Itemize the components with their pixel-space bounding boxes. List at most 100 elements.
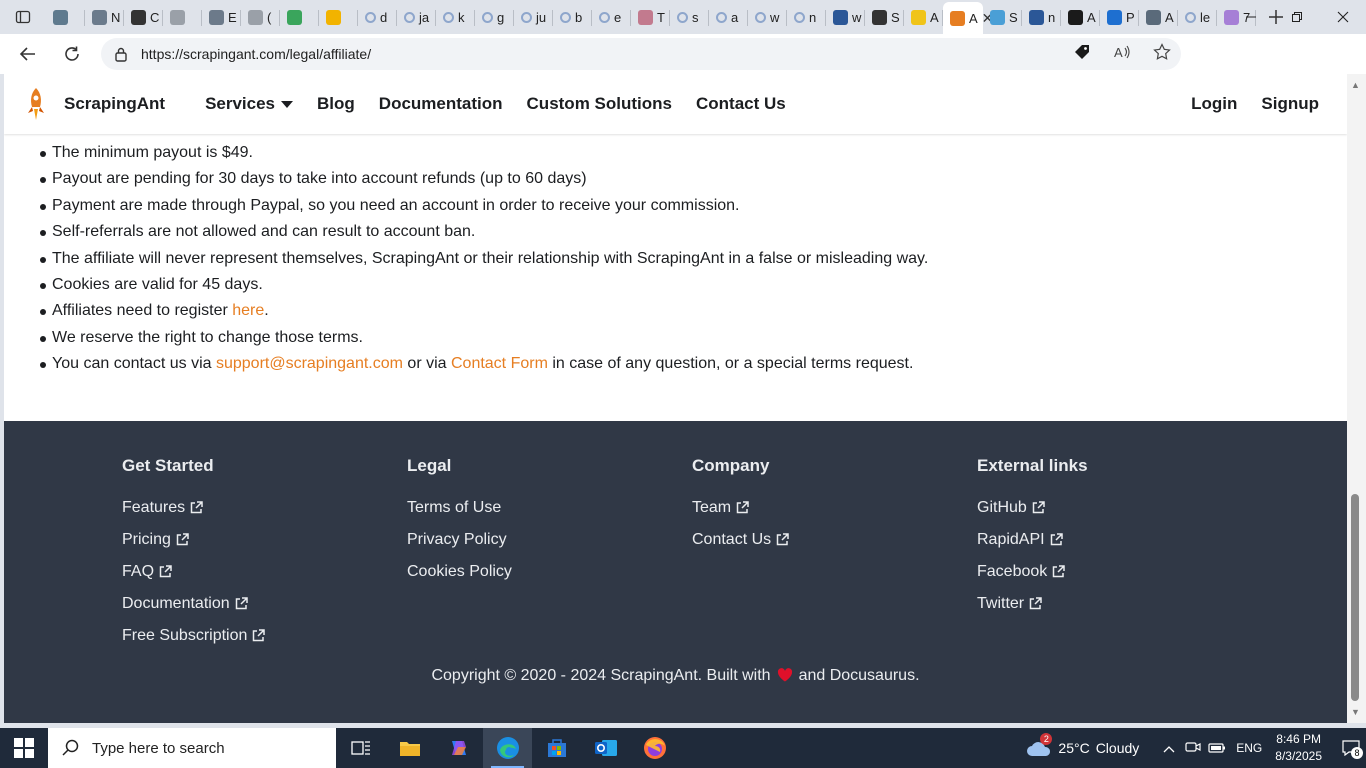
battery-icon[interactable]	[1205, 741, 1229, 756]
browser-tab[interactable]: (	[241, 2, 280, 32]
scroll-down-arrow-icon[interactable]: ▼	[1351, 707, 1360, 717]
browser-tab[interactable]: g	[475, 2, 514, 32]
login-link[interactable]: Login	[1191, 94, 1237, 114]
browser-tab[interactable]: S	[865, 2, 904, 32]
nav-custom-solutions[interactable]: Custom Solutions	[515, 94, 684, 114]
browser-tab[interactable]: T	[631, 2, 670, 32]
tab-label: T	[657, 9, 665, 25]
edge-app-button[interactable]	[483, 728, 532, 768]
footer-link-rapidapi[interactable]: RapidAPI	[977, 530, 1088, 562]
nav-contact-us[interactable]: Contact Us	[684, 94, 798, 114]
browser-tab[interactable]: S	[983, 2, 1022, 32]
footer-link-pricing[interactable]: Pricing	[122, 530, 265, 562]
firefox-icon	[643, 737, 666, 759]
browser-tab[interactable]: E	[202, 2, 241, 32]
footer-link-terms-of-use[interactable]: Terms of Use	[407, 498, 512, 530]
favorite-star-icon[interactable]	[1153, 42, 1171, 66]
browser-tab[interactable]	[319, 2, 358, 32]
browser-tab[interactable]: ja	[397, 2, 436, 32]
browser-tab[interactable]: n	[787, 2, 826, 32]
footer-link-team[interactable]: Team	[692, 498, 789, 530]
task-view-button[interactable]	[336, 728, 385, 768]
read-aloud-icon[interactable]: A	[1113, 43, 1131, 66]
browser-tab[interactable]: e	[592, 2, 631, 32]
term-text: Affiliates need to register	[52, 302, 233, 320]
tab-label: ju	[536, 9, 547, 25]
weather-widget[interactable]: 2 25°C Cloudy	[1026, 733, 1139, 757]
browser-tab[interactable]: s	[670, 2, 709, 32]
browser-tab[interactable]: N	[85, 2, 124, 32]
scroll-up-arrow-icon[interactable]: ▲	[1351, 80, 1360, 90]
refresh-button[interactable]	[50, 34, 94, 74]
browser-tab[interactable]: le	[1178, 2, 1217, 32]
footer-link-facebook[interactable]: Facebook	[977, 562, 1088, 594]
browser-tab[interactable]: P	[1100, 2, 1139, 32]
footer-link-privacy-policy[interactable]: Privacy Policy	[407, 530, 512, 562]
browser-tab[interactable]: d	[358, 2, 397, 32]
start-button[interactable]	[0, 728, 48, 768]
back-button[interactable]	[6, 34, 50, 74]
lock-icon[interactable]	[101, 46, 141, 62]
outlook-app-button[interactable]	[581, 728, 630, 768]
restore-button[interactable]	[1274, 0, 1320, 34]
browser-tab[interactable]: A	[1061, 2, 1100, 32]
browser-tab[interactable]: A	[1139, 2, 1178, 32]
notifications-button[interactable]: 8	[1336, 728, 1366, 768]
footer-link-documentation[interactable]: Documentation	[122, 594, 265, 626]
footer-link-features[interactable]: Features	[122, 498, 265, 530]
register-here-link[interactable]: here	[232, 302, 264, 319]
store-app-button[interactable]	[532, 728, 581, 768]
browser-tab[interactable]	[163, 2, 202, 32]
footer-link-free-subscription[interactable]: Free Subscription	[122, 626, 266, 658]
tab-label: le	[1200, 9, 1211, 25]
taskbar-search[interactable]: Type here to search	[48, 728, 336, 768]
clock[interactable]: 8:46 PM 8/3/2025	[1275, 731, 1322, 765]
scrollbar-thumb[interactable]	[1351, 494, 1359, 701]
contact-form-link[interactable]: Contact Form	[451, 355, 548, 372]
browser-tab[interactable]: k	[436, 2, 475, 32]
support-email-link[interactable]: support@scrapingant.com	[216, 355, 403, 372]
browser-tab[interactable]: ju	[514, 2, 553, 32]
tab-actions-button[interactable]	[0, 0, 46, 34]
browser-tab[interactable]: C	[124, 2, 163, 32]
price-tag-icon[interactable]	[1073, 43, 1091, 66]
footer-link-cookies-policy[interactable]: Cookies Policy	[407, 562, 512, 594]
nav-documentation[interactable]: Documentation	[367, 94, 515, 114]
browser-tab-active[interactable]: A ✕	[943, 2, 993, 34]
browser-tab[interactable]: a	[709, 2, 748, 32]
copilot-app-button[interactable]	[434, 728, 483, 768]
show-hidden-icons-chevron-icon[interactable]	[1157, 741, 1181, 756]
browser-tab[interactable]: w	[748, 2, 787, 32]
footer-link-faq[interactable]: FAQ	[122, 562, 265, 594]
meet-now-icon[interactable]	[1181, 740, 1205, 757]
browser-tab[interactable]: b	[553, 2, 592, 32]
file-explorer-button[interactable]	[385, 728, 434, 768]
external-link-icon	[1053, 565, 1066, 578]
browser-tab[interactable]: n	[1022, 2, 1061, 32]
url-text[interactable]: https://scrapingant.com/legal/affiliate/	[141, 46, 371, 62]
minimize-button[interactable]	[1228, 0, 1274, 34]
footer-heading: External links	[977, 456, 1088, 475]
tab-label: A	[969, 10, 978, 26]
footer-link-contact-us[interactable]: Contact Us	[692, 530, 789, 562]
external-link-icon	[159, 565, 172, 578]
tab-strip: N C E(d ja k g ju b e Ts a w n w S A A ✕ Sn A P Ale 7	[46, 0, 1256, 34]
browser-tab[interactable]	[280, 2, 319, 32]
caret-down-icon	[281, 101, 294, 109]
signup-link[interactable]: Signup	[1261, 94, 1319, 114]
address-bar[interactable]: https://scrapingant.com/legal/affiliate/…	[101, 38, 1181, 70]
nav-blog[interactable]: Blog	[305, 94, 367, 114]
footer-link-github[interactable]: GitHub	[977, 498, 1088, 530]
close-window-button[interactable]	[1320, 0, 1366, 34]
browser-tab[interactable]	[46, 2, 85, 32]
firefox-app-button[interactable]	[630, 728, 679, 768]
page-scrollbar[interactable]: ▲ ▼	[1347, 74, 1366, 723]
brand-link[interactable]: ScrapingAnt	[24, 87, 165, 121]
restore-icon	[1292, 12, 1302, 22]
language-indicator[interactable]: ENG	[1229, 741, 1269, 755]
footer-link-twitter[interactable]: Twitter	[977, 594, 1088, 626]
tab-label: w	[770, 9, 780, 25]
services-dropdown[interactable]: Services	[193, 94, 305, 114]
browser-tab[interactable]: A	[904, 2, 943, 32]
browser-tab[interactable]: w	[826, 2, 865, 32]
